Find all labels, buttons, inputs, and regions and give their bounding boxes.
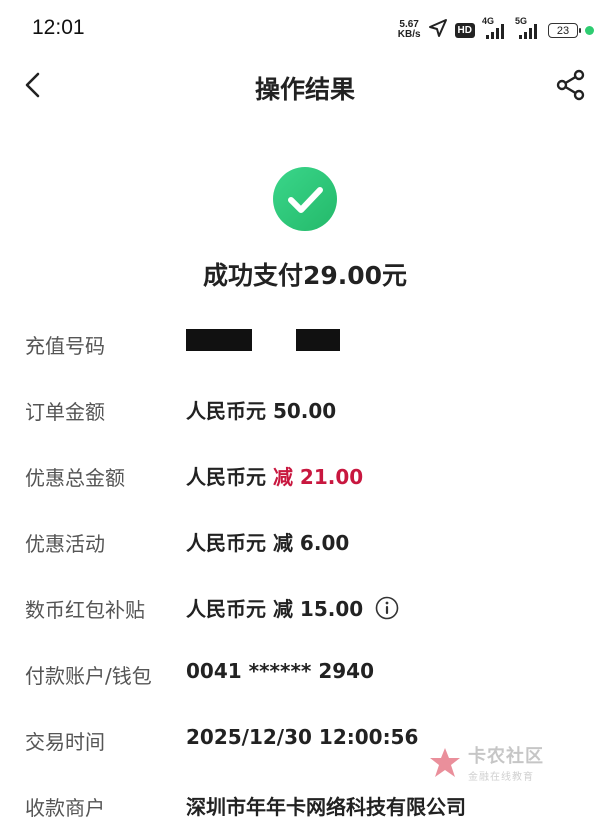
status-bar: 12:01 5.67 KB/s HD 4G 5G 23 bbox=[0, 0, 610, 62]
row-value-redacted bbox=[186, 329, 340, 351]
privacy-indicator-dot bbox=[585, 25, 594, 35]
info-icon[interactable] bbox=[375, 596, 399, 620]
detail-row-digital-subsidy: 数币红包补贴 人民币元 减 15.00 bbox=[0, 576, 610, 642]
network-speed: 5.67 KB/s bbox=[398, 20, 421, 40]
row-value: 人民币元 50.00 bbox=[186, 399, 337, 423]
row-value-with-info: 人民币元 减 15.00 bbox=[186, 593, 399, 622]
detail-row-merchant: 收款商户 深圳市年年卡网络科技有限公司 bbox=[0, 774, 610, 840]
signal-5g-icon: 5G bbox=[515, 16, 541, 40]
battery-icon: 23 bbox=[548, 22, 581, 38]
detail-row-order-amount: 订单金额 人民币元 50.00 bbox=[0, 378, 610, 444]
row-label: 优惠活动 bbox=[25, 532, 105, 556]
row-value-prefix: 人民币元 bbox=[186, 465, 273, 489]
row-value: 人民币元 减 15.00 bbox=[186, 597, 364, 621]
row-value: 人民币元 减 6.00 bbox=[186, 531, 350, 555]
signal-5g-label: 5G bbox=[515, 16, 528, 26]
watermark-title: 卡农社区 bbox=[468, 746, 544, 767]
detail-row-total-discount: 优惠总金额 人民币元 减 21.00 bbox=[0, 444, 610, 510]
hd-voice-badge: HD bbox=[454, 22, 475, 38]
row-label: 充值号码 bbox=[25, 334, 105, 358]
watermark-text: 卡农社区 金融在线教育 bbox=[468, 742, 544, 783]
row-value-discount: 减 21.00 bbox=[272, 465, 364, 489]
row-label: 数币红包补贴 bbox=[25, 598, 145, 622]
success-check-icon bbox=[273, 167, 337, 231]
redaction-block bbox=[296, 329, 340, 351]
navigation-bar: 操作结果 bbox=[0, 62, 610, 108]
status-time: 12:01 bbox=[32, 16, 85, 39]
row-value: 2025/12/30 12:00:56 bbox=[186, 725, 419, 749]
signal-4g-label: 4G bbox=[482, 16, 495, 26]
location-arrow-icon bbox=[428, 18, 448, 42]
status-icons: 5.67 KB/s HD 4G 5G 23 bbox=[398, 16, 594, 42]
signal-4g-icon: 4G bbox=[482, 16, 508, 40]
watermark-subtitle: 金融在线教育 bbox=[468, 772, 534, 783]
row-value: 0041 ****** 2940 bbox=[186, 659, 375, 683]
watermark-logo-icon bbox=[430, 747, 460, 777]
payment-success-message: 成功支付29.00元 bbox=[202, 261, 408, 290]
row-label: 订单金额 bbox=[25, 400, 105, 424]
row-label: 付款账户/钱包 bbox=[25, 664, 152, 688]
page-title: 操作结果 bbox=[254, 75, 355, 104]
detail-row-recharge-number: 充值号码 bbox=[0, 312, 610, 378]
row-value: 人民币元 减 21.00 bbox=[186, 461, 363, 490]
redaction-block bbox=[186, 329, 252, 351]
detail-row-payment-account: 付款账户/钱包 0041 ****** 2940 bbox=[0, 642, 610, 708]
row-label: 交易时间 bbox=[25, 730, 105, 754]
row-value: 深圳市年年卡网络科技有限公司 bbox=[186, 795, 466, 819]
detail-row-promotion: 优惠活动 人民币元 减 6.00 bbox=[0, 510, 610, 576]
row-label: 优惠总金额 bbox=[25, 466, 125, 490]
network-speed-unit: KB/s bbox=[397, 29, 421, 40]
watermark: 卡农社区 金融在线教育 bbox=[428, 742, 544, 783]
row-label: 收款商户 bbox=[25, 796, 105, 820]
share-button[interactable] bbox=[552, 66, 590, 104]
share-icon bbox=[556, 69, 585, 101]
